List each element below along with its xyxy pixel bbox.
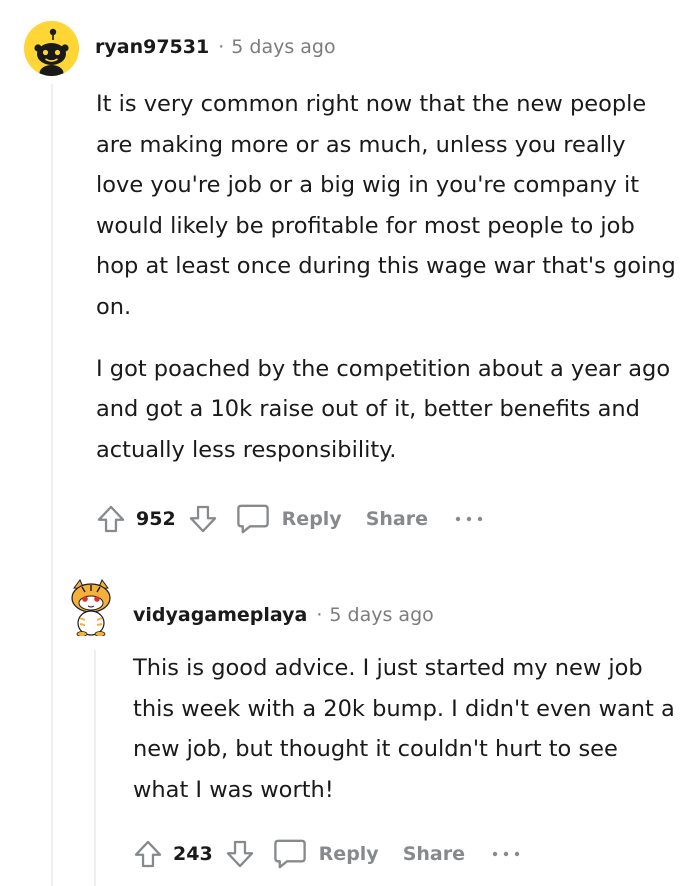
upvote-icon[interactable] <box>131 837 165 871</box>
comment-paragraph: It is very common right now that the new… <box>96 91 676 320</box>
username[interactable]: vidyagameplaya <box>133 604 307 626</box>
comment-meta: vidyagameplaya · 5 days ago <box>133 604 434 626</box>
reply-label: Reply <box>318 843 379 865</box>
comment-body: This is good advice. I just started my n… <box>133 648 678 810</box>
separator: · <box>316 604 323 626</box>
comment-paragraph: I got poached by the competition about a… <box>96 355 671 463</box>
comment-paragraph: This is good advice. I just started my n… <box>133 655 675 803</box>
downvote-icon[interactable] <box>223 837 257 871</box>
share-button[interactable]: Share <box>403 843 465 865</box>
share-button[interactable]: Share <box>366 508 428 530</box>
timestamp[interactable]: 5 days ago <box>329 604 433 626</box>
username[interactable]: ryan97531 <box>95 36 209 58</box>
thread-line-top-level[interactable] <box>51 84 53 886</box>
vote-count: 952 <box>136 508 176 530</box>
comment-actions: 952 Reply Share <box>94 499 484 539</box>
reply-button[interactable]: Reply <box>271 836 379 872</box>
snoo-tiger-avatar-icon <box>71 579 111 636</box>
separator: · <box>218 36 225 58</box>
timestamp[interactable]: 5 days ago <box>231 36 335 58</box>
speech-bubble-icon <box>273 839 306 869</box>
avatar[interactable] <box>64 578 118 636</box>
comment-body: It is very common right now that the new… <box>96 84 676 470</box>
thread-line-reply[interactable] <box>94 650 96 886</box>
upvote-icon[interactable] <box>94 502 128 536</box>
speech-bubble-icon <box>236 504 269 534</box>
comment-actions: 243 Reply Share <box>131 834 521 874</box>
reply-button[interactable]: Reply <box>234 501 342 537</box>
more-options-icon[interactable] <box>454 515 484 523</box>
vote-count: 243 <box>173 843 213 865</box>
downvote-icon[interactable] <box>186 502 220 536</box>
comment-meta: ryan97531 · 5 days ago <box>95 36 336 58</box>
avatar[interactable] <box>24 21 79 76</box>
more-options-icon[interactable] <box>491 850 521 858</box>
snoo-avatar-icon <box>24 21 79 76</box>
reply-label: Reply <box>281 508 342 530</box>
